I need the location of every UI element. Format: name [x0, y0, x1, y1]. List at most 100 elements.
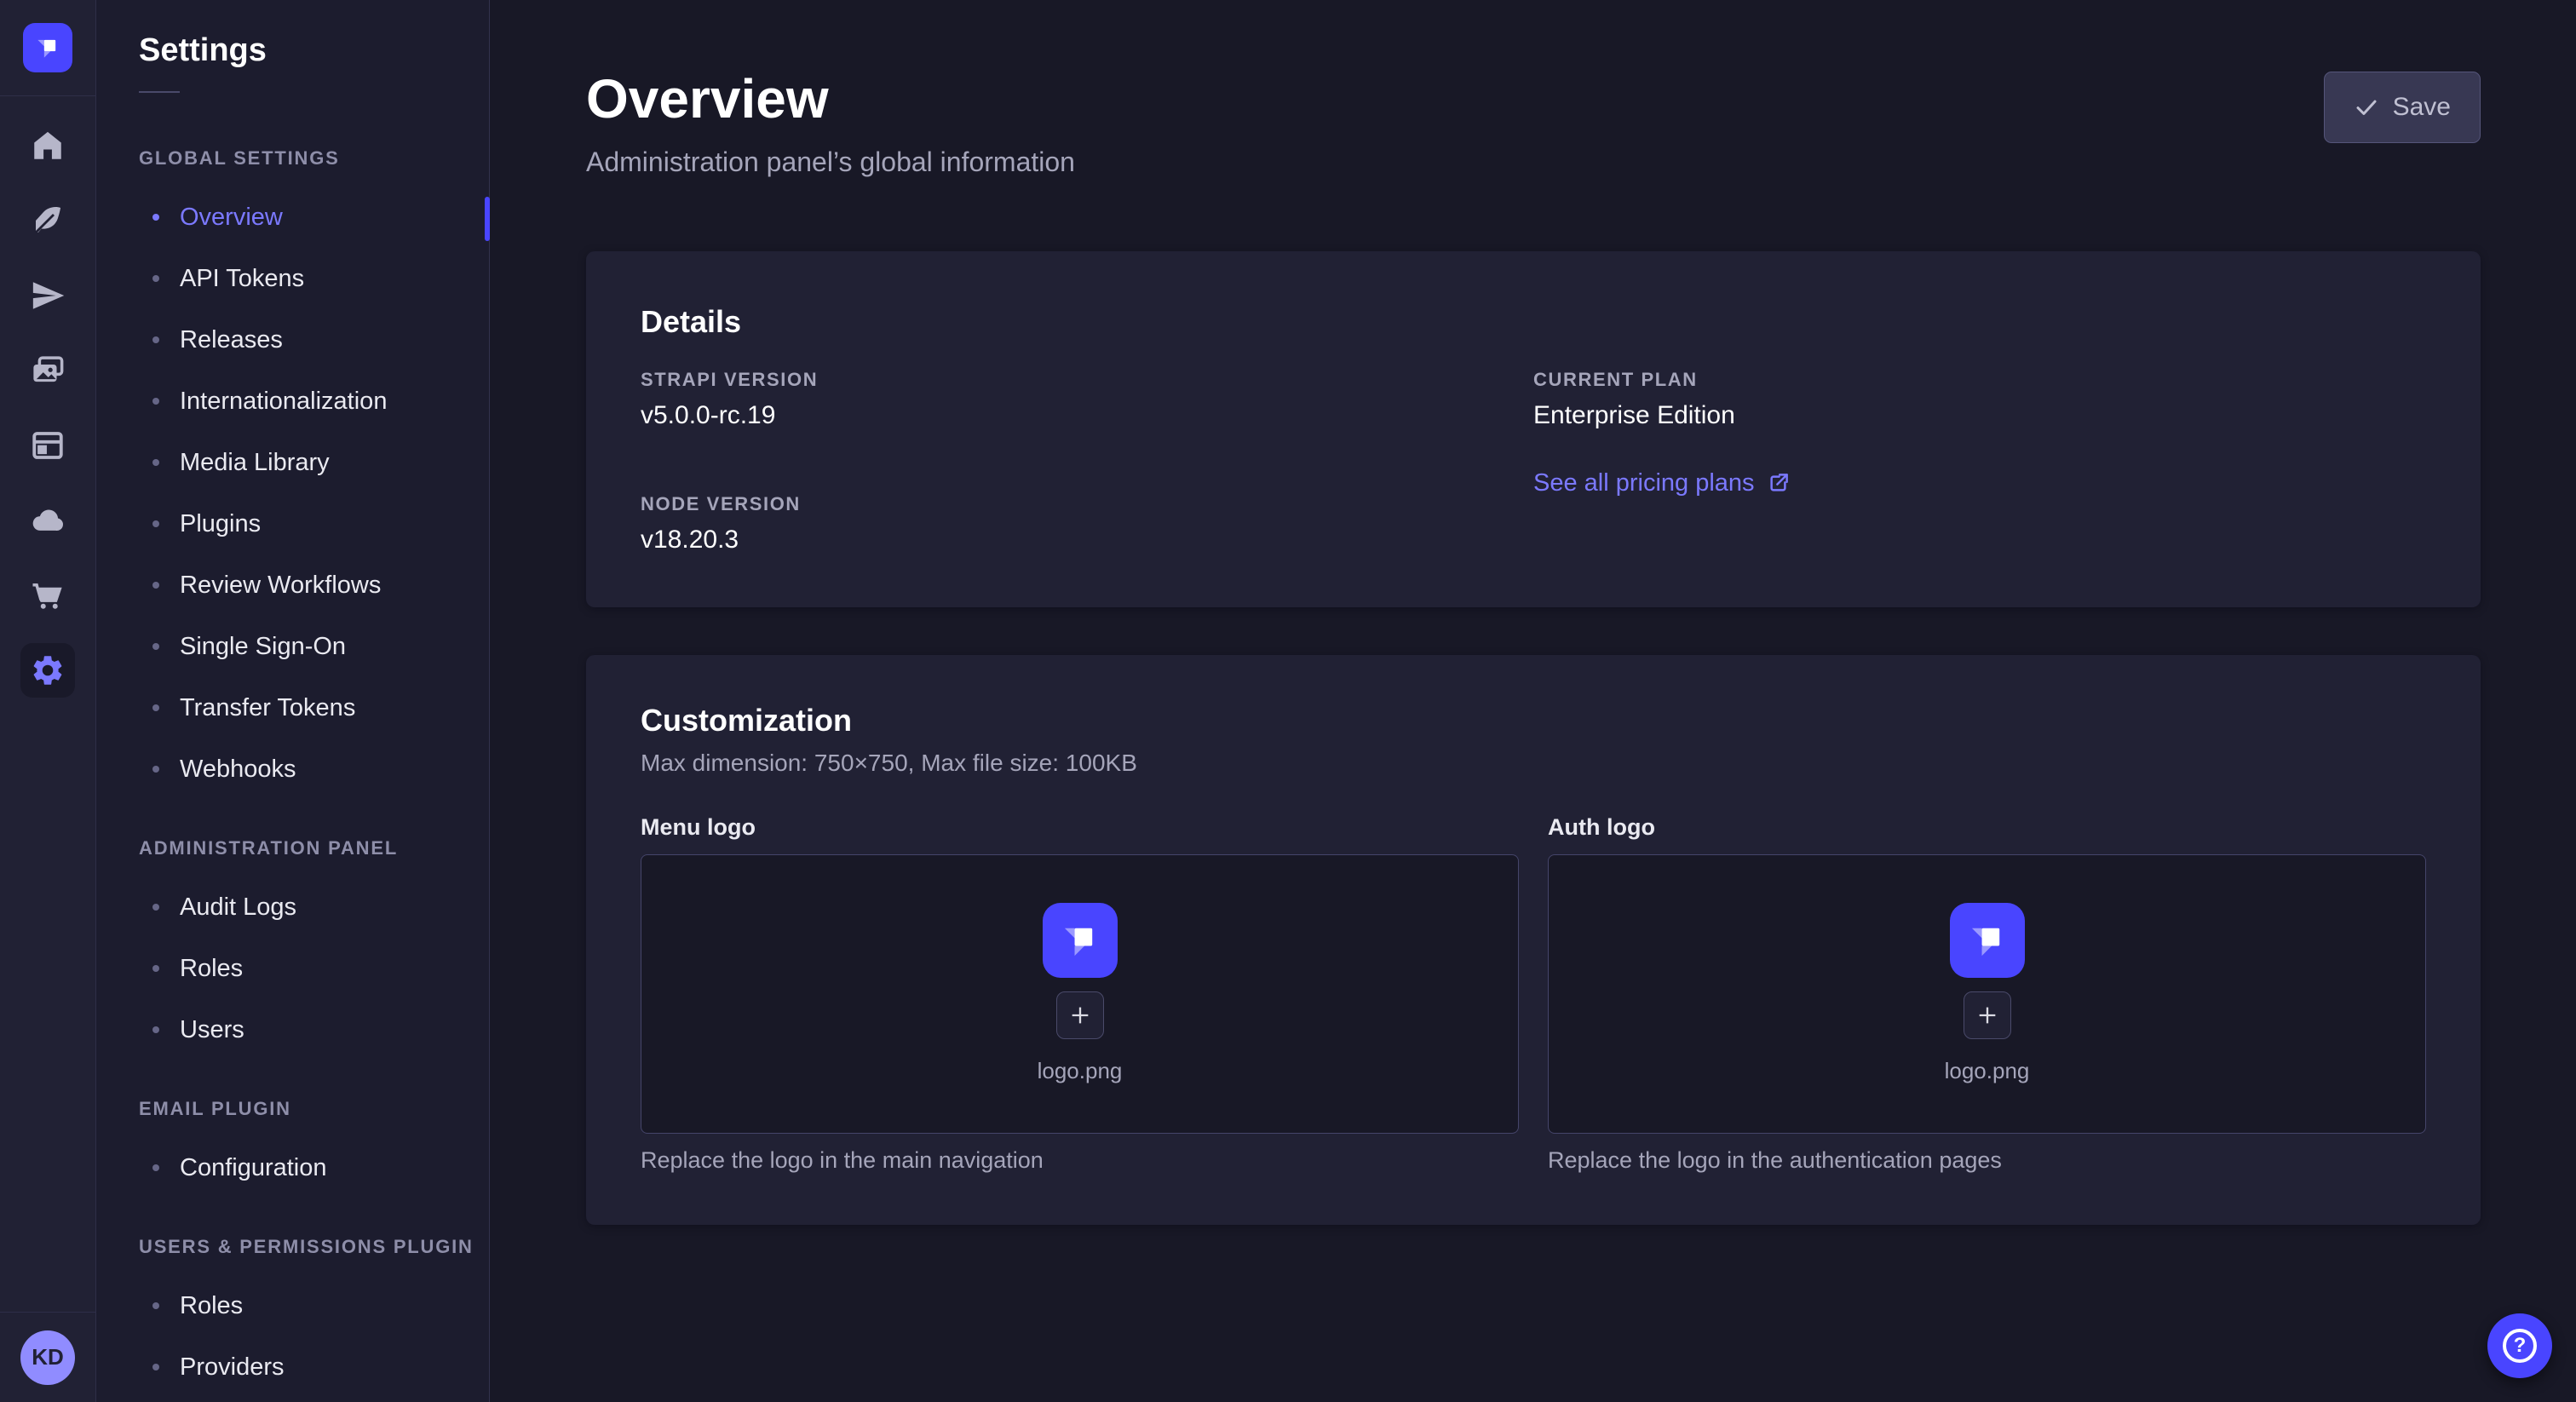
home-icon[interactable]: [20, 118, 75, 173]
field-label: STRAPI VERSION: [641, 369, 1533, 391]
section-label: ADMINISTRATION PANEL: [96, 837, 489, 859]
sidebar-item-single-sign-on[interactable]: Single Sign-On: [96, 616, 489, 677]
bullet-icon: [152, 1026, 159, 1033]
sidebar-item-transfer-tokens[interactable]: Transfer Tokens: [96, 677, 489, 738]
section-label: GLOBAL SETTINGS: [96, 147, 489, 170]
customization-card-title: Customization: [641, 703, 2426, 738]
bullet-icon: [152, 643, 159, 650]
customization-constraints: Max dimension: 750×750, Max file size: 1…: [641, 750, 2426, 777]
pricing-plans-link[interactable]: See all pricing plans: [1533, 469, 1790, 497]
rail-user-section: KD: [0, 1312, 95, 1402]
sidebar-item-label: Users: [180, 1016, 244, 1044]
details-right-column: CURRENT PLAN Enterprise Edition See all …: [1533, 369, 2426, 554]
check-icon: [2354, 95, 2379, 120]
bullet-icon: [152, 582, 159, 589]
details-card: Details STRAPI VERSION v5.0.0-rc.19 NODE…: [586, 251, 2481, 607]
question-mark-icon: ?: [2503, 1329, 2537, 1363]
strapi-logo[interactable]: [23, 23, 72, 72]
logo-upload-grid: Menu logo logo.png Replace the logo: [641, 814, 2426, 1174]
sidebar-item-label: Configuration: [180, 1154, 327, 1182]
sidebar-item-review-workflows[interactable]: Review Workflows: [96, 554, 489, 616]
sidebar-item-admin-users[interactable]: Users: [96, 999, 489, 1060]
sidebar-item-admin-roles[interactable]: Roles: [96, 938, 489, 999]
section-label: USERS & PERMISSIONS PLUGIN: [96, 1236, 489, 1258]
sidebar-item-label: API Tokens: [180, 265, 304, 293]
sidebar-item-label: Roles: [180, 1292, 243, 1320]
content-manager-icon[interactable]: [20, 418, 75, 473]
menu-logo-add-button[interactable]: [1056, 991, 1104, 1039]
subnav-title: Settings: [96, 0, 489, 69]
settings-subnav: Settings GLOBAL SETTINGS Overview API To…: [96, 0, 490, 1402]
page-header: Overview Administration panel’s global i…: [586, 68, 2481, 178]
sidebar-item-label: Webhooks: [180, 756, 296, 784]
sidebar-item-up-providers[interactable]: Providers: [96, 1336, 489, 1398]
section-global-settings: GLOBAL SETTINGS Overview API Tokens Rele…: [96, 147, 489, 800]
cloud-icon[interactable]: [20, 493, 75, 548]
auth-logo-label: Auth logo: [1548, 814, 2426, 841]
page-subtitle: Administration panel’s global informatio…: [586, 147, 1075, 178]
save-button-label: Save: [2393, 93, 2451, 122]
auth-logo-add-button[interactable]: [1964, 991, 2011, 1039]
sidebar-item-releases[interactable]: Releases: [96, 309, 489, 371]
menu-logo-field: Menu logo logo.png Replace the logo: [641, 814, 1519, 1174]
external-link-icon: [1767, 472, 1790, 495]
sidebar-item-label: Transfer Tokens: [180, 694, 355, 722]
sidebar-item-internationalization[interactable]: Internationalization: [96, 371, 489, 432]
sidebar-item-label: Media Library: [180, 449, 330, 477]
sidebar-item-label: Internationalization: [180, 388, 387, 416]
sidebar-item-plugins[interactable]: Plugins: [96, 493, 489, 554]
details-left-column: STRAPI VERSION v5.0.0-rc.19 NODE VERSION…: [641, 369, 1533, 554]
strapi-logo-glyph: [31, 31, 65, 65]
menu-logo-filename: logo.png: [1038, 1058, 1123, 1084]
field-value: Enterprise Edition: [1533, 401, 2426, 430]
menu-logo-label: Menu logo: [641, 814, 1519, 841]
bullet-icon: [152, 275, 159, 282]
section-administration-panel: ADMINISTRATION PANEL Audit Logs Roles Us…: [96, 837, 489, 1060]
strapi-version-field: STRAPI VERSION v5.0.0-rc.19: [641, 369, 1533, 430]
menu-logo-preview: [1043, 903, 1118, 978]
auth-logo-hint: Replace the logo in the authentication p…: [1548, 1147, 2426, 1174]
sidebar-item-audit-logs[interactable]: Audit Logs: [96, 876, 489, 938]
bullet-icon: [152, 1302, 159, 1309]
sidebar-item-label: Single Sign-On: [180, 633, 346, 661]
sidebar-item-label: Roles: [180, 955, 243, 983]
bullet-icon: [152, 1164, 159, 1171]
user-avatar[interactable]: KD: [20, 1330, 75, 1385]
releases-icon[interactable]: [20, 268, 75, 323]
content-type-builder-icon[interactable]: [20, 193, 75, 248]
field-label: NODE VERSION: [641, 493, 1533, 515]
sidebar-item-api-tokens[interactable]: API Tokens: [96, 248, 489, 309]
bullet-icon: [152, 336, 159, 343]
page-title: Overview: [586, 68, 1075, 131]
active-item-indicator: [485, 197, 490, 241]
auth-logo-filename: logo.png: [1945, 1058, 2030, 1084]
sidebar-item-label: Providers: [180, 1353, 285, 1382]
sidebar-item-label: Overview: [180, 204, 283, 232]
main-nav-rail: KD: [0, 0, 96, 1402]
help-button[interactable]: ?: [2487, 1313, 2552, 1378]
customization-card: Customization Max dimension: 750×750, Ma…: [586, 655, 2481, 1225]
sidebar-item-email-configuration[interactable]: Configuration: [96, 1137, 489, 1198]
sidebar-item-webhooks[interactable]: Webhooks: [96, 738, 489, 800]
media-library-icon[interactable]: [20, 343, 75, 398]
main-content: Overview Administration panel’s global i…: [491, 0, 2576, 1402]
sidebar-item-up-roles[interactable]: Roles: [96, 1275, 489, 1336]
sidebar-item-overview[interactable]: Overview: [96, 187, 489, 248]
bullet-icon: [152, 214, 159, 221]
bullet-icon: [152, 1364, 159, 1370]
settings-gear-icon[interactable]: [20, 643, 75, 698]
save-button[interactable]: Save: [2324, 72, 2481, 143]
sidebar-item-label: Plugins: [180, 510, 261, 538]
bullet-icon: [152, 766, 159, 773]
marketplace-cart-icon[interactable]: [20, 568, 75, 623]
section-users-permissions-plugin: USERS & PERMISSIONS PLUGIN Roles Provide…: [96, 1236, 489, 1398]
auth-logo-dropzone[interactable]: logo.png: [1548, 854, 2426, 1134]
sidebar-item-label: Review Workflows: [180, 572, 381, 600]
plus-icon: [1068, 1003, 1092, 1027]
bullet-icon: [152, 520, 159, 527]
pricing-plans-link-label: See all pricing plans: [1533, 469, 1755, 497]
sidebar-item-media-library[interactable]: Media Library: [96, 432, 489, 493]
menu-logo-dropzone[interactable]: logo.png: [641, 854, 1519, 1134]
menu-logo-hint: Replace the logo in the main navigation: [641, 1147, 1519, 1174]
bullet-icon: [152, 459, 159, 466]
